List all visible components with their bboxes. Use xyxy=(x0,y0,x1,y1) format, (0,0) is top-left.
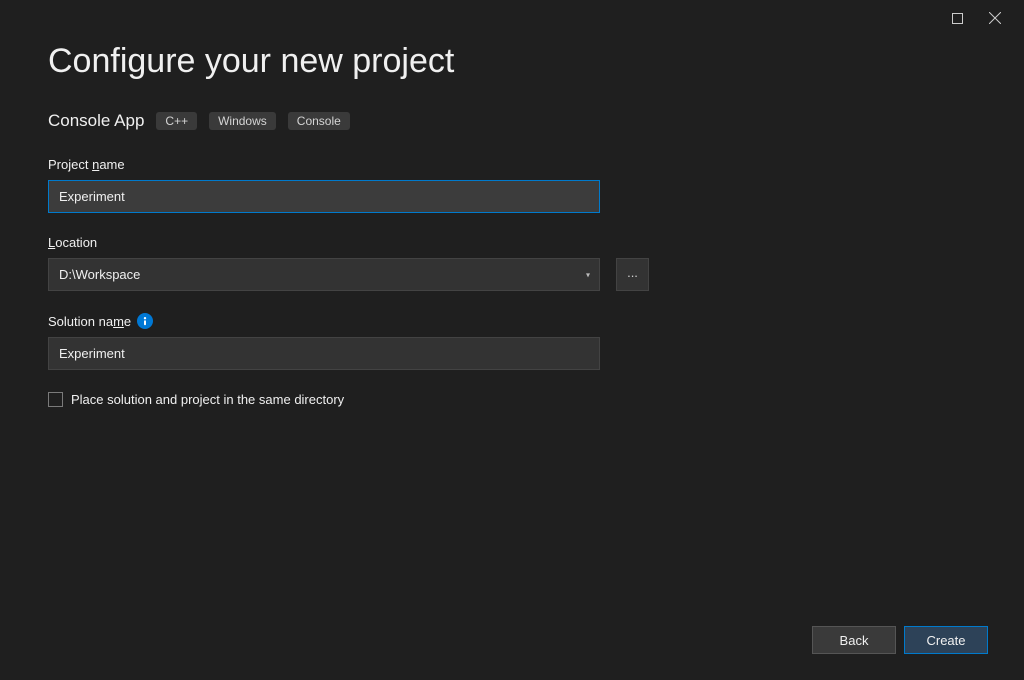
browse-button[interactable]: ... xyxy=(616,258,649,291)
same-directory-label: Place solution and project in the same d… xyxy=(71,392,344,407)
location-label: Location xyxy=(48,235,976,250)
footer: Back Create xyxy=(812,626,988,654)
tag-language: C++ xyxy=(156,112,197,130)
project-type: Console App xyxy=(48,111,144,131)
tag-platform: Windows xyxy=(209,112,276,130)
maximize-icon xyxy=(952,13,963,24)
project-type-row: Console App C++ Windows Console xyxy=(48,111,976,131)
location-field: Location ▾ ... xyxy=(48,235,976,291)
same-directory-row: Place solution and project in the same d… xyxy=(48,392,976,407)
maximize-button[interactable] xyxy=(938,6,976,30)
back-button[interactable]: Back xyxy=(812,626,896,654)
location-combo[interactable]: ▾ xyxy=(48,258,600,291)
tag-type: Console xyxy=(288,112,350,130)
same-directory-checkbox[interactable] xyxy=(48,392,63,407)
close-icon xyxy=(989,12,1001,24)
solution-name-field: Solution name xyxy=(48,313,600,370)
close-button[interactable] xyxy=(976,6,1014,30)
info-icon[interactable] xyxy=(137,313,153,329)
project-name-label: Project name xyxy=(48,157,600,172)
page-title: Configure your new project xyxy=(48,42,976,81)
solution-name-label: Solution name xyxy=(48,313,600,329)
titlebar xyxy=(0,0,1024,32)
project-name-field: Project name xyxy=(48,157,600,213)
project-name-input[interactable] xyxy=(48,180,600,213)
solution-name-input[interactable] xyxy=(48,337,600,370)
create-button[interactable]: Create xyxy=(904,626,988,654)
location-input[interactable] xyxy=(48,258,600,291)
content-area: Configure your new project Console App C… xyxy=(0,32,1024,407)
